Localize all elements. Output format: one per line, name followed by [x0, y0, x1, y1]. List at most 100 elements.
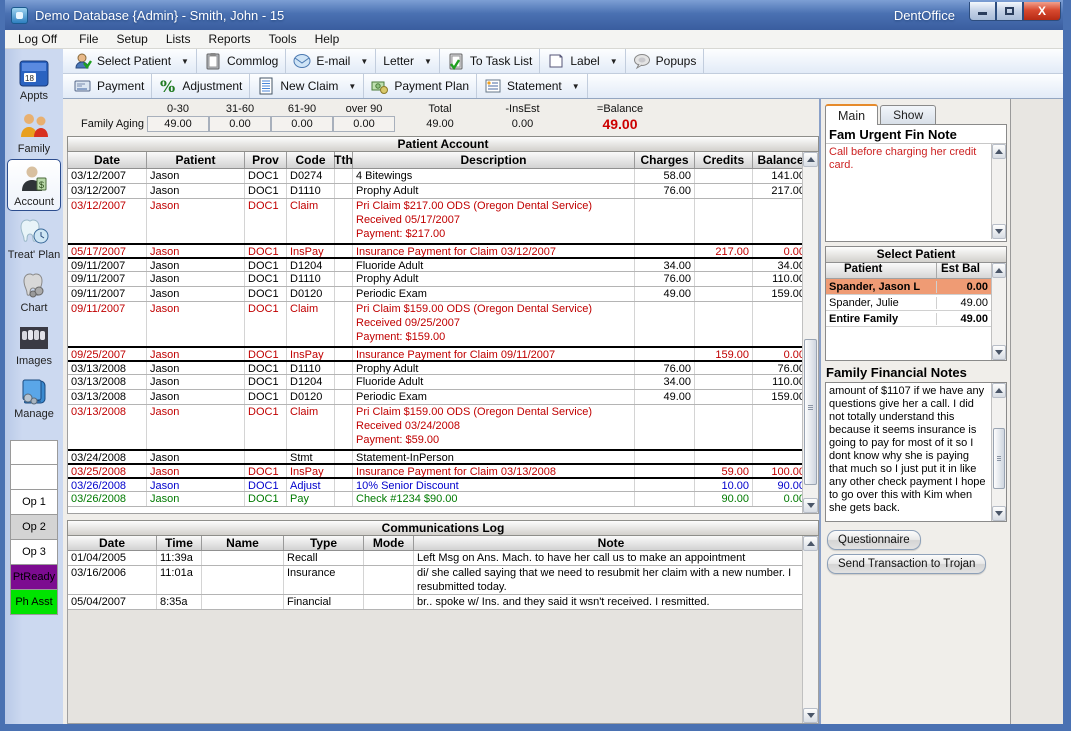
adjustment-button[interactable]: %Adjustment: [152, 74, 250, 98]
menu-lists[interactable]: Lists: [157, 31, 200, 47]
scroll-down-icon[interactable]: [992, 506, 1006, 521]
scroll-up-icon[interactable]: [803, 536, 818, 551]
e-mail-button[interactable]: E-mail▼: [286, 49, 376, 73]
sidebar-item-appts[interactable]: 18Appts: [7, 53, 61, 105]
column-header-balance[interactable]: Balance: [752, 152, 808, 168]
chevron-down-icon[interactable]: ▼: [181, 57, 189, 66]
commlog-button[interactable]: Commlog: [197, 49, 286, 73]
column-header-date[interactable]: Date: [68, 152, 146, 168]
scrollbar-thumb[interactable]: [993, 428, 1005, 488]
column-header-credits[interactable]: Credits: [694, 152, 752, 168]
scroll-up-icon[interactable]: [803, 152, 818, 167]
commlog-row[interactable]: 03/16/200611:01aInsurancedi/ she called …: [68, 566, 802, 595]
commlog-row[interactable]: 01/04/200511:39aRecallLeft Msg on Ans. M…: [68, 551, 802, 566]
tab-show[interactable]: Show: [880, 105, 936, 124]
sidebar-item-manage[interactable]: Manage: [7, 371, 61, 423]
column-header-prov[interactable]: Prov: [244, 152, 286, 168]
table-row[interactable]: 03/26/2008JasonDOC1Adjust10% Senior Disc…: [68, 477, 802, 492]
column-header-description[interactable]: Description: [352, 152, 634, 168]
payment-button[interactable]: Payment: [67, 74, 152, 98]
scroll-up-icon[interactable]: [992, 383, 1006, 398]
table-row[interactable]: 09/11/2007JasonDOC1D0120Periodic Exam49.…: [68, 287, 802, 302]
menu-tools[interactable]: Tools: [260, 31, 306, 47]
menu-log-off[interactable]: Log Off: [5, 31, 70, 47]
column-header-type[interactable]: Type: [283, 536, 363, 550]
table-row[interactable]: 03/24/2008JasonStmtStatement-InPerson: [68, 449, 802, 464]
sidebar-item-chart[interactable]: Chart: [7, 265, 61, 317]
to-task-list-button[interactable]: To Task List: [440, 49, 540, 73]
column-header-patient[interactable]: Patient: [146, 152, 244, 168]
select-patient-button[interactable]: Select Patient▼: [67, 49, 197, 73]
column-header-date[interactable]: Date: [68, 536, 156, 550]
scroll-down-icon[interactable]: [803, 708, 818, 723]
table-row[interactable]: 09/11/2007JasonDOC1D1204Fluoride Adult34…: [68, 257, 802, 272]
family-financial-notes-text[interactable]: amount of $1107 if we have any questions…: [826, 383, 991, 521]
chevron-down-icon[interactable]: ▼: [610, 57, 618, 66]
op-item-ph-asst[interactable]: Ph Asst: [10, 590, 58, 615]
table-row[interactable]: 05/17/2007JasonDOC1InsPayInsurance Payme…: [68, 243, 802, 258]
table-row[interactable]: 09/25/2007JasonDOC1InsPayInsurance Payme…: [68, 346, 802, 361]
select-patient-row[interactable]: Entire Family49.00: [826, 311, 991, 327]
op-item-op-1[interactable]: Op 1: [10, 490, 58, 515]
column-header-note[interactable]: Note: [413, 536, 808, 550]
send-transaction-trojan-button[interactable]: Send Transaction to Trojan: [827, 554, 986, 574]
table-row[interactable]: 09/11/2007JasonDOC1D1110Prophy Adult76.0…: [68, 272, 802, 287]
sidebar-item-images[interactable]: Images: [7, 318, 61, 370]
table-row[interactable]: 03/25/2008JasonDOC1InsPayInsurance Payme…: [68, 463, 802, 478]
column-header-code[interactable]: Code: [286, 152, 334, 168]
chevron-down-icon[interactable]: ▼: [348, 82, 356, 91]
sidebar-item-treat-plan[interactable]: Treat' Plan: [7, 212, 61, 264]
column-header-name[interactable]: Name: [201, 536, 283, 550]
chevron-down-icon[interactable]: ▼: [424, 57, 432, 66]
fam-urgent-fin-note-text[interactable]: Call before charging her credit card.: [826, 144, 991, 239]
scroll-up-icon[interactable]: [992, 144, 1006, 159]
table-row[interactable]: 03/12/2007JasonDOC1ClaimPri Claim $217.0…: [68, 199, 802, 244]
scroll-down-icon[interactable]: [992, 345, 1006, 360]
statement-button[interactable]: Statement▼: [477, 74, 588, 98]
letter-button[interactable]: Letter▼: [376, 49, 440, 73]
menu-file[interactable]: File: [70, 31, 107, 47]
op-item-empty[interactable]: [10, 440, 58, 465]
scroll-down-icon[interactable]: [803, 498, 818, 513]
maximize-button[interactable]: [996, 2, 1023, 21]
chevron-down-icon[interactable]: ▼: [572, 82, 580, 91]
menu-reports[interactable]: Reports: [200, 31, 260, 47]
table-row[interactable]: 03/13/2008JasonDOC1ClaimPri Claim $159.0…: [68, 405, 802, 450]
table-row[interactable]: 03/13/2008JasonDOC1D0120Periodic Exam49.…: [68, 390, 802, 405]
chevron-down-icon[interactable]: ▼: [360, 57, 368, 66]
column-header-tth[interactable]: Tth: [334, 152, 352, 168]
payment-plan-button[interactable]: Payment Plan: [364, 74, 477, 98]
table-row[interactable]: 09/11/2007JasonDOC1ClaimPri Claim $159.0…: [68, 302, 802, 347]
table-row[interactable]: 03/13/2008JasonDOC1D1204Fluoride Adult34…: [68, 375, 802, 390]
column-header-mode[interactable]: Mode: [363, 536, 413, 550]
urgent-note-scrollbar[interactable]: [991, 144, 1006, 239]
new-claim-button[interactable]: New Claim▼: [250, 74, 364, 98]
commlog-row[interactable]: 05/04/20078:35aFinancialbr.. spoke w/ In…: [68, 595, 802, 610]
select-patient-row[interactable]: Spander, Jason L0.00: [826, 279, 991, 295]
sidebar-item-family[interactable]: Family: [7, 106, 61, 158]
op-item-op-2[interactable]: Op 2: [10, 515, 58, 540]
scroll-down-icon[interactable]: [992, 224, 1006, 239]
scroll-up-icon[interactable]: [992, 263, 1006, 278]
table-row[interactable]: 03/13/2008JasonDOC1D1110Prophy Adult76.0…: [68, 360, 802, 375]
op-item-ptready[interactable]: PtReady: [10, 565, 58, 590]
menu-setup[interactable]: Setup: [107, 31, 156, 47]
label-button[interactable]: Label▼: [540, 49, 625, 73]
column-header-charges[interactable]: Charges: [634, 152, 694, 168]
commlog-scrollbar[interactable]: [802, 536, 818, 723]
title-bar[interactable]: Demo Database {Admin} - Smith, John - 15…: [5, 0, 1063, 30]
fin-notes-scrollbar[interactable]: [991, 383, 1006, 521]
tab-main[interactable]: Main: [825, 104, 878, 125]
patient-account-scrollbar[interactable]: [802, 152, 818, 513]
select-patient-row[interactable]: Spander, Julie49.00: [826, 295, 991, 311]
op-item-op-3[interactable]: Op 3: [10, 540, 58, 565]
table-row[interactable]: 03/12/2007JasonDOC1D02744 Bitewings58.00…: [68, 169, 802, 184]
sidebar-item-account[interactable]: $Account: [7, 159, 61, 211]
select-patient-scrollbar[interactable]: [991, 263, 1006, 360]
column-header-time[interactable]: Time: [156, 536, 201, 550]
table-row[interactable]: 03/26/2008JasonDOC1PayCheck #1234 $90.00…: [68, 492, 802, 507]
close-button[interactable]: X: [1023, 2, 1061, 21]
minimize-button[interactable]: [969, 2, 996, 21]
scrollbar-thumb[interactable]: [804, 339, 817, 485]
menu-help[interactable]: Help: [306, 31, 349, 47]
